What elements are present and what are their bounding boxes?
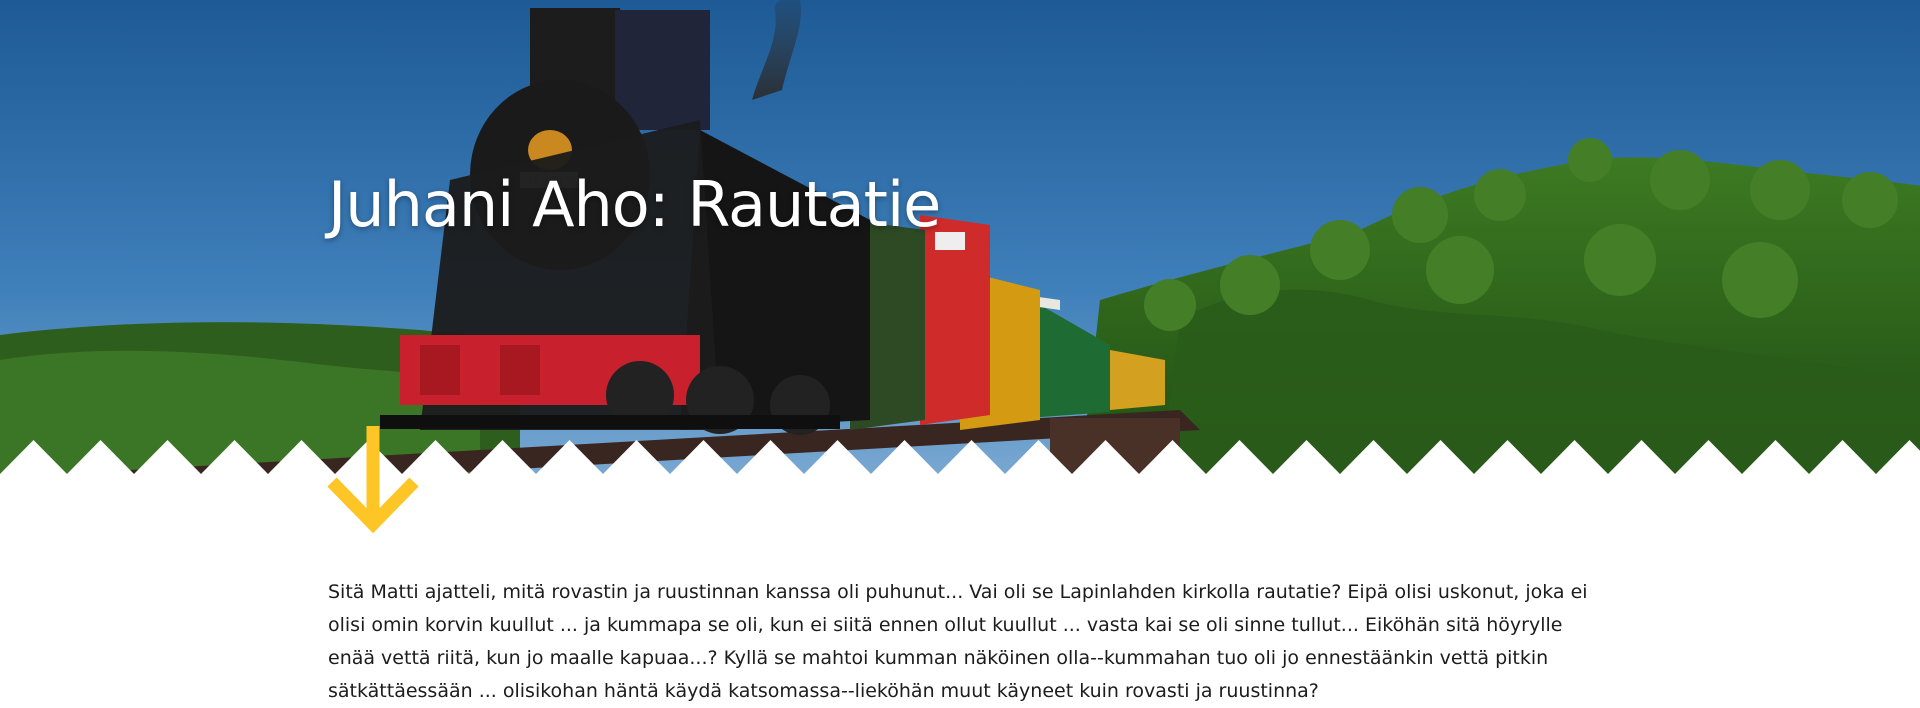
hero-banner: JS8419 <box>0 0 1920 480</box>
hero-image: JS8419 <box>0 0 1920 480</box>
arrow-down-icon[interactable] <box>326 424 420 536</box>
article-paragraph: Sitä Matti ajatteli, mitä rovastin ja ru… <box>328 581 1588 702</box>
page-title: Juhani Aho: Rautatie <box>328 168 941 241</box>
